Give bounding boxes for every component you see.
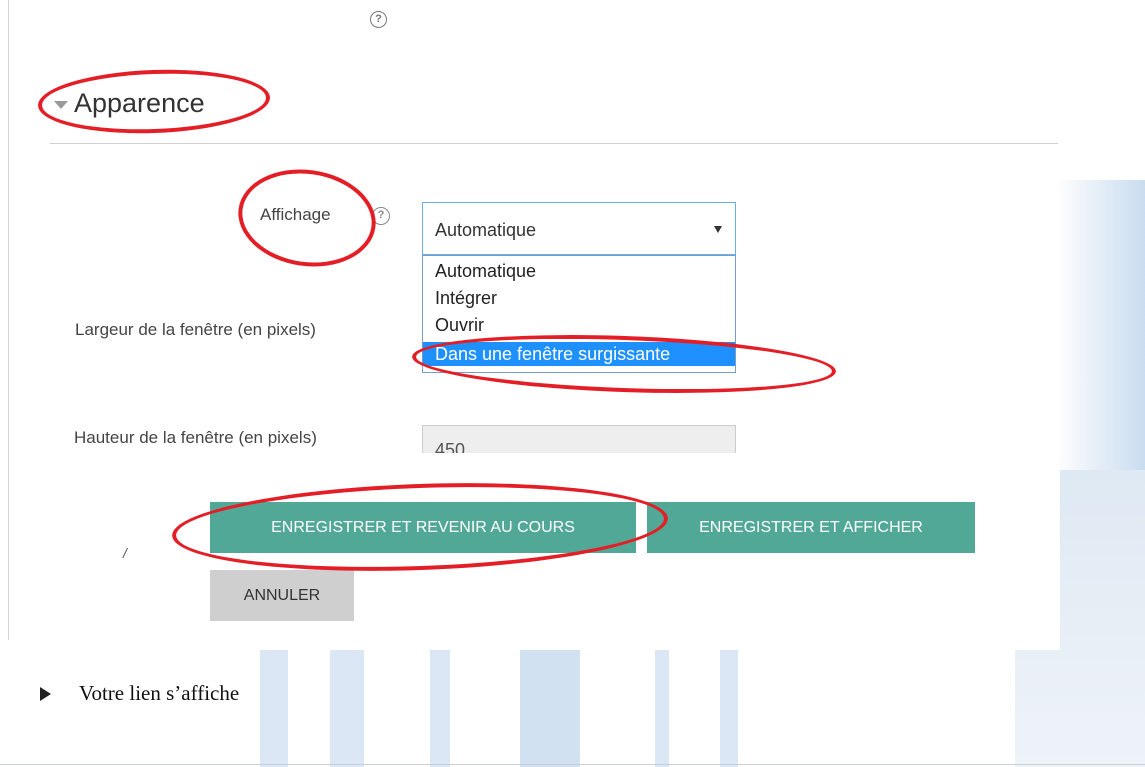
section-divider [50, 143, 1058, 144]
display-select-value: Automatique [435, 220, 537, 240]
display-option-highlighted[interactable]: Dans une fenêtre surgissante [423, 342, 735, 366]
height-input-value: 450 [435, 440, 466, 453]
dropdown-arrow-icon [714, 226, 722, 233]
caption-bullet: Votre lien s’affiche [40, 681, 239, 706]
arrow-bullet-icon [40, 686, 51, 701]
display-option[interactable]: Intégrer [423, 286, 735, 310]
display-dropdown-list: Automatique Intégrer Ouvrir Dans une fen… [422, 255, 736, 373]
height-label: Hauteur de la fenêtre (en pixels) [74, 428, 317, 447]
panel-left-border [8, 0, 9, 640]
cancel-button[interactable]: ANNULER [210, 570, 354, 621]
stray-text-fragment: / [123, 545, 127, 561]
display-select[interactable]: Automatique [422, 202, 736, 255]
save-and-return-button[interactable]: ENREGISTRER ET REVENIR AU COURS [210, 502, 636, 553]
display-label: Affichage [260, 205, 331, 224]
screenshot-panel: ? Apparence Affichage ? Automatique Auto… [0, 0, 1060, 650]
width-label: Largeur de la fenêtre (en pixels) [75, 320, 316, 339]
display-option[interactable]: Automatique [423, 259, 735, 283]
help-icon[interactable]: ? [370, 11, 387, 28]
display-option[interactable]: Ouvrir [423, 313, 735, 337]
save-and-display-button[interactable]: ENREGISTRER ET AFFICHER [647, 502, 975, 553]
collapse-caret-icon[interactable] [54, 101, 68, 109]
section-title: Apparence [74, 88, 205, 118]
caption-text: Votre lien s’affiche [79, 681, 240, 705]
display-help-icon[interactable]: ? [372, 207, 390, 225]
section-header-apparence[interactable]: Apparence [54, 88, 205, 119]
height-input[interactable]: 450 [422, 425, 736, 453]
